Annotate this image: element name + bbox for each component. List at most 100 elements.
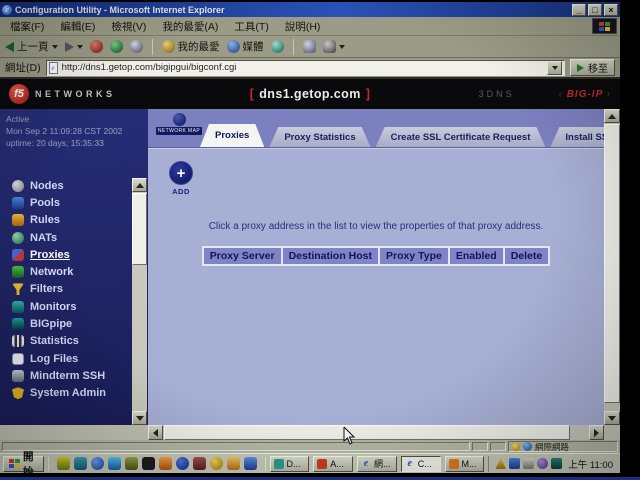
work-area: Active Mon Sep 2 11:09:28 CST 2002 uptim… — [0, 109, 620, 440]
sidebar-item-mindterm-ssh[interactable]: Mindterm SSH — [12, 367, 106, 384]
quick-launch-icon[interactable] — [74, 457, 87, 470]
tray-icon[interactable] — [509, 458, 520, 469]
scroll-right-button[interactable] — [589, 425, 604, 440]
navigation-sidebar: Active Mon Sep 2 11:09:28 CST 2002 uptim… — [0, 109, 148, 425]
menu-favorites[interactable]: 我的最愛(A) — [162, 19, 218, 34]
taskbar-window-button[interactable]: D... — [270, 456, 310, 472]
media-button[interactable]: 媒體 — [227, 39, 264, 54]
tab-install-ssl-certificate[interactable]: Install SSL Certificate — [550, 127, 604, 147]
scroll-down-button[interactable] — [604, 411, 620, 425]
menu-view[interactable]: 檢視(V) — [111, 19, 146, 34]
menu-edit[interactable]: 編輯(E) — [60, 19, 95, 34]
network-map-icon — [173, 113, 186, 126]
chevron-down-icon — [552, 66, 558, 70]
tray-icon[interactable] — [551, 458, 562, 469]
sidebar-item-monitors[interactable]: Monitors — [12, 298, 106, 315]
stop-button[interactable] — [90, 40, 103, 53]
add-plus-icon[interactable] — [169, 161, 193, 185]
sidebar-item-network[interactable]: Network — [12, 263, 106, 280]
menu-tools[interactable]: 工具(T) — [234, 19, 268, 34]
sidebar-item-statistics[interactable]: Statistics — [12, 333, 106, 350]
sidebar-scrollbar[interactable] — [132, 178, 147, 425]
mail-button[interactable] — [303, 40, 316, 53]
menu-file[interactable]: 檔案(F) — [10, 19, 44, 34]
quick-launch-icon[interactable] — [125, 457, 138, 470]
media-icon — [227, 40, 240, 53]
print-button[interactable] — [323, 40, 345, 53]
browser-toolbar: 上一頁 我的最愛 媒體 — [0, 36, 620, 58]
maximize-button[interactable]: □ — [588, 4, 602, 16]
tray-icon[interactable] — [495, 458, 506, 469]
taskbar-window-button[interactable]: e網... — [357, 456, 397, 472]
quick-launch-icon[interactable] — [193, 457, 206, 470]
sidebar-item-log-files[interactable]: Log Files — [12, 350, 106, 367]
ie-window-icon: e — [361, 459, 371, 469]
arrow-right-icon — [594, 429, 599, 437]
taskbar-window-button[interactable]: A... — [313, 456, 353, 472]
refresh-button[interactable] — [110, 40, 123, 53]
proxy-table: Proxy Server Destination Host Proxy Type… — [148, 246, 604, 266]
go-arrow-icon — [577, 64, 584, 72]
arrow-down-icon — [608, 416, 616, 421]
back-dropdown-icon[interactable] — [52, 45, 58, 49]
close-button[interactable]: × — [604, 4, 618, 16]
quick-launch-icon[interactable] — [159, 457, 172, 470]
start-button[interactable]: 開始 — [3, 456, 44, 472]
quick-launch-icon[interactable] — [210, 457, 223, 470]
mouse-cursor — [343, 427, 355, 445]
window-title: Configuration Utility - Microsoft Intern… — [15, 5, 569, 15]
forward-dropdown-icon[interactable] — [77, 45, 83, 49]
sidebar-item-nodes[interactable]: Nodes — [12, 177, 106, 194]
forward-button[interactable] — [65, 42, 83, 52]
quick-launch-icon[interactable] — [91, 457, 104, 470]
content-vertical-scrollbar[interactable] — [604, 109, 620, 425]
address-url[interactable]: http://dns1.getop.com/bigipgui/bigconf.c… — [62, 62, 543, 73]
content-horizontal-scrollbar[interactable] — [148, 425, 604, 440]
scrollbar-thumb[interactable] — [604, 124, 620, 403]
address-dropdown-button[interactable] — [547, 61, 562, 75]
media-label: 媒體 — [243, 39, 264, 54]
tray-icon[interactable] — [523, 458, 534, 469]
home-button[interactable] — [130, 40, 143, 53]
history-button[interactable] — [271, 40, 284, 53]
favorites-button[interactable]: 我的最愛 — [162, 39, 220, 54]
sidebar-item-nats[interactable]: NATs — [12, 229, 106, 246]
scroll-up-button[interactable] — [604, 109, 620, 123]
sidebar-menu: Nodes Pools Rules NATs Proxies Network F… — [12, 177, 106, 402]
address-input[interactable]: http://dns1.getop.com/bigipgui/bigconf.c… — [46, 60, 565, 76]
quick-launch-icon[interactable] — [57, 457, 70, 470]
internet-globe-icon — [523, 442, 532, 451]
print-dropdown-icon[interactable] — [339, 45, 345, 49]
quick-launch-icon[interactable] — [176, 457, 189, 470]
taskbar-window-button-active[interactable]: eC... — [401, 456, 441, 472]
scroll-up-button[interactable] — [132, 178, 147, 192]
menu-help[interactable]: 說明(H) — [285, 19, 321, 34]
tab-proxies[interactable]: Proxies — [200, 124, 264, 147]
sidebar-item-system-admin[interactable]: System Admin — [12, 385, 106, 402]
sidebar-item-pools[interactable]: Pools — [12, 194, 106, 211]
scrollbar-thumb[interactable] — [164, 425, 570, 440]
scroll-left-button[interactable] — [148, 425, 163, 440]
add-proxy-button[interactable]: ADD — [166, 161, 196, 196]
minimize-button[interactable]: _ — [572, 4, 586, 16]
sidebar-bottom-band — [0, 425, 148, 440]
sidebar-item-bigpipe[interactable]: BIGpipe — [12, 315, 106, 332]
quick-launch-icon[interactable] — [244, 457, 257, 470]
scrollbar-thumb[interactable] — [132, 193, 147, 265]
back-button[interactable]: 上一頁 — [5, 39, 58, 54]
start-label: 開始 — [23, 449, 38, 474]
quick-launch-icon[interactable] — [142, 457, 155, 470]
taskbar-window-button[interactable]: M... — [445, 456, 485, 472]
sidebar-item-rules[interactable]: Rules — [12, 212, 106, 229]
tab-proxy-statistics[interactable]: Proxy Statistics — [269, 127, 370, 147]
quick-launch-icon[interactable] — [227, 457, 240, 470]
network-map-button[interactable]: NETWORK MAP — [156, 113, 202, 135]
sidebar-item-filters[interactable]: Filters — [12, 281, 106, 298]
bracket-right: ] — [366, 87, 371, 101]
scroll-down-button[interactable] — [132, 411, 147, 425]
quick-launch-icon[interactable] — [108, 457, 121, 470]
tray-icon[interactable] — [537, 458, 548, 469]
tab-create-ssl-certificate-request[interactable]: Create SSL Certificate Request — [376, 127, 546, 147]
sidebar-item-proxies[interactable]: Proxies — [12, 246, 106, 263]
go-button[interactable]: 移至 — [570, 59, 615, 76]
